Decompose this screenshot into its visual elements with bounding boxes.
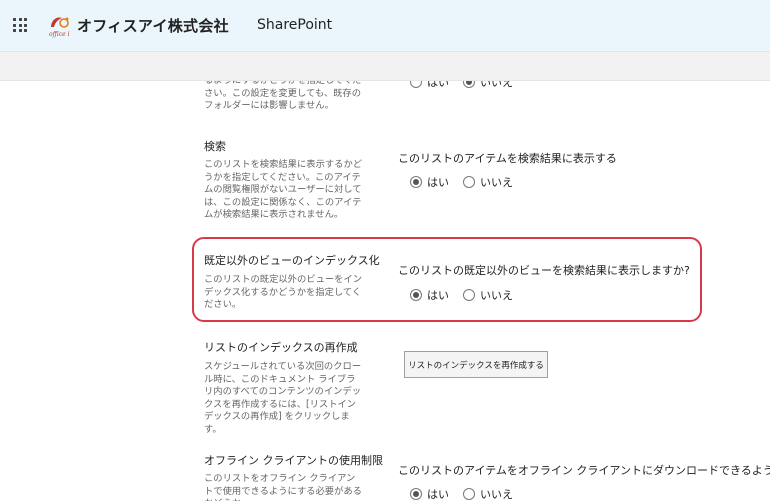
- offline-yes-radio[interactable]: はい: [410, 486, 449, 501]
- suite-header: office i オフィスアイ株式会社 SharePoint: [0, 0, 770, 52]
- search-section-description: このリストを検索結果に表示するかどうかを指定してください。このアイテムの閲覧権限…: [204, 159, 363, 221]
- offline-no-label: いいえ: [480, 488, 513, 501]
- search-yes-radio-circle[interactable]: [410, 176, 422, 188]
- search-question: このリストのアイテムを検索結果に表示する: [398, 152, 617, 165]
- search-yes-label: はい: [427, 176, 449, 189]
- search-no-label: いいえ: [480, 176, 513, 189]
- offline-no-radio[interactable]: いいえ: [463, 486, 513, 501]
- nondefault-views-section-description: このリストの既定以外のビューをインデックス化するかどうかを指定してください。: [204, 274, 363, 311]
- nondefault-views-yes-label: はい: [427, 289, 449, 302]
- offline-section-title: オフライン クライアントの使用制限: [204, 454, 384, 467]
- partial-no-radio[interactable]: いいえ: [463, 81, 513, 90]
- app-launcher-icon[interactable]: [13, 18, 27, 32]
- offline-yes-radio-circle[interactable]: [410, 488, 422, 500]
- nondefault-views-yes-radio-circle[interactable]: [410, 289, 422, 301]
- search-no-radio-circle[interactable]: [463, 176, 475, 188]
- partial-yes-radio[interactable]: はい: [410, 81, 449, 90]
- search-section-title: 検索: [204, 140, 226, 153]
- partial-yes-label: はい: [427, 81, 449, 89]
- offline-section-description: このリストをオフライン クライアントで使用できるようにする必要があるかどうか: [204, 473, 362, 501]
- partial-no-radio-circle[interactable]: [463, 81, 475, 88]
- nondefault-views-yes-radio[interactable]: はい: [410, 287, 449, 303]
- nondefault-views-no-radio-circle[interactable]: [463, 289, 475, 301]
- search-radio-group: はい いいえ: [410, 174, 527, 190]
- partial-section-radio-group: はい いいえ: [410, 81, 527, 90]
- partial-no-label: いいえ: [480, 81, 513, 89]
- offline-no-radio-circle[interactable]: [463, 488, 475, 500]
- search-yes-radio[interactable]: はい: [410, 174, 449, 190]
- nondefault-views-section-title: 既定以外のビューのインデックス化: [204, 254, 380, 267]
- command-bar: [0, 52, 770, 81]
- partial-section-description: るようにするかどうかを指定してください。この設定を変更しても、既存のフォルダーに…: [204, 81, 362, 112]
- company-name[interactable]: オフィスアイ株式会社: [77, 15, 229, 36]
- offline-yes-label: はい: [427, 488, 449, 501]
- reindex-list-button[interactable]: リストのインデックスを再作成する: [404, 351, 548, 378]
- list-settings-content: るようにするかどうかを指定してください。この設定を変更しても、既存のフォルダーに…: [0, 81, 770, 501]
- offline-radio-group: はい いいえ: [410, 486, 527, 501]
- company-logo-icon: office i: [49, 17, 70, 38]
- nondefault-views-no-radio[interactable]: いいえ: [463, 287, 513, 303]
- app-name[interactable]: SharePoint: [257, 17, 332, 33]
- reindex-section-description: スケジュールされている次回のクロール時に、このドキュメント ライブラリ内のすべて…: [204, 361, 362, 435]
- search-no-radio[interactable]: いいえ: [463, 174, 513, 190]
- nondefault-views-no-label: いいえ: [480, 289, 513, 302]
- reindex-section-title: リストのインデックスの再作成: [204, 341, 358, 354]
- offline-question: このリストのアイテムをオフライン クライアントにダウンロードできるようにする: [398, 464, 770, 477]
- logo-text: office i: [49, 31, 70, 38]
- nondefault-views-radio-group: はい いいえ: [410, 287, 527, 303]
- partial-yes-radio-circle[interactable]: [410, 81, 422, 88]
- nondefault-views-question: このリストの既定以外のビューを検索結果に表示しますか?: [398, 264, 690, 277]
